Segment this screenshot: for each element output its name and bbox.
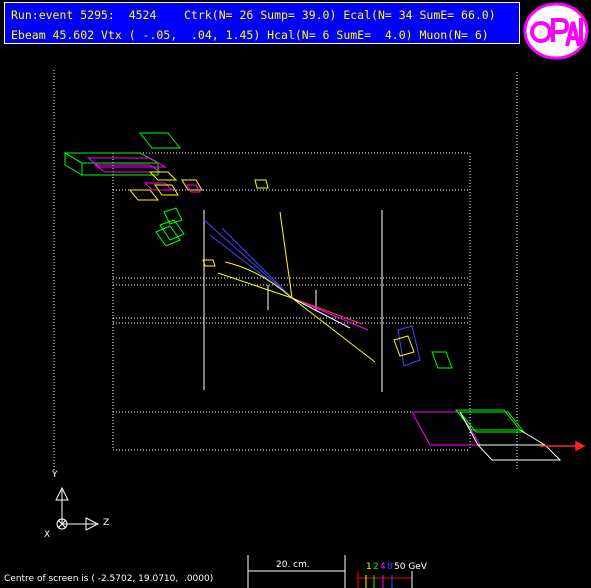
event-info-line-2: Ebeam 45.602 Vtx ( -.05, .04, 1.45) Hcal… bbox=[11, 28, 489, 42]
axis-triad bbox=[55, 486, 100, 531]
energy-scale-label: 1 bbox=[366, 562, 372, 572]
event-display bbox=[53, 70, 586, 588]
detector-outline bbox=[53, 70, 518, 470]
energy-scale-label: 4 bbox=[380, 562, 386, 572]
opal-logo bbox=[523, 2, 589, 60]
tracks bbox=[203, 211, 376, 363]
energy-scale-label: 50 GeV bbox=[394, 562, 427, 572]
scale-label: 20. cm. bbox=[276, 560, 310, 570]
event-info-panel: Run:event 5295: 4524 Ctrk(N= 26 Sump= 39… bbox=[4, 2, 520, 44]
energy-scale-ticks bbox=[357, 571, 413, 588]
x-axis-label: X bbox=[44, 530, 51, 540]
z-axis-label: Z bbox=[103, 518, 110, 528]
muon-arrow bbox=[540, 440, 586, 452]
ecal-cluster-upper bbox=[63, 132, 269, 267]
event-info-line-1: Run:event 5295: 4524 Ctrk(N= 26 Sump= 39… bbox=[11, 8, 496, 22]
ecal-cluster-lower bbox=[393, 325, 562, 461]
energy-scale-label: 8 bbox=[387, 562, 393, 572]
y-axis-label: Y bbox=[52, 470, 58, 480]
centre-of-screen-label: Centre of screen is ( -2.5702, 19.0710, … bbox=[4, 574, 214, 584]
energy-scale-label: 2 bbox=[373, 562, 379, 572]
